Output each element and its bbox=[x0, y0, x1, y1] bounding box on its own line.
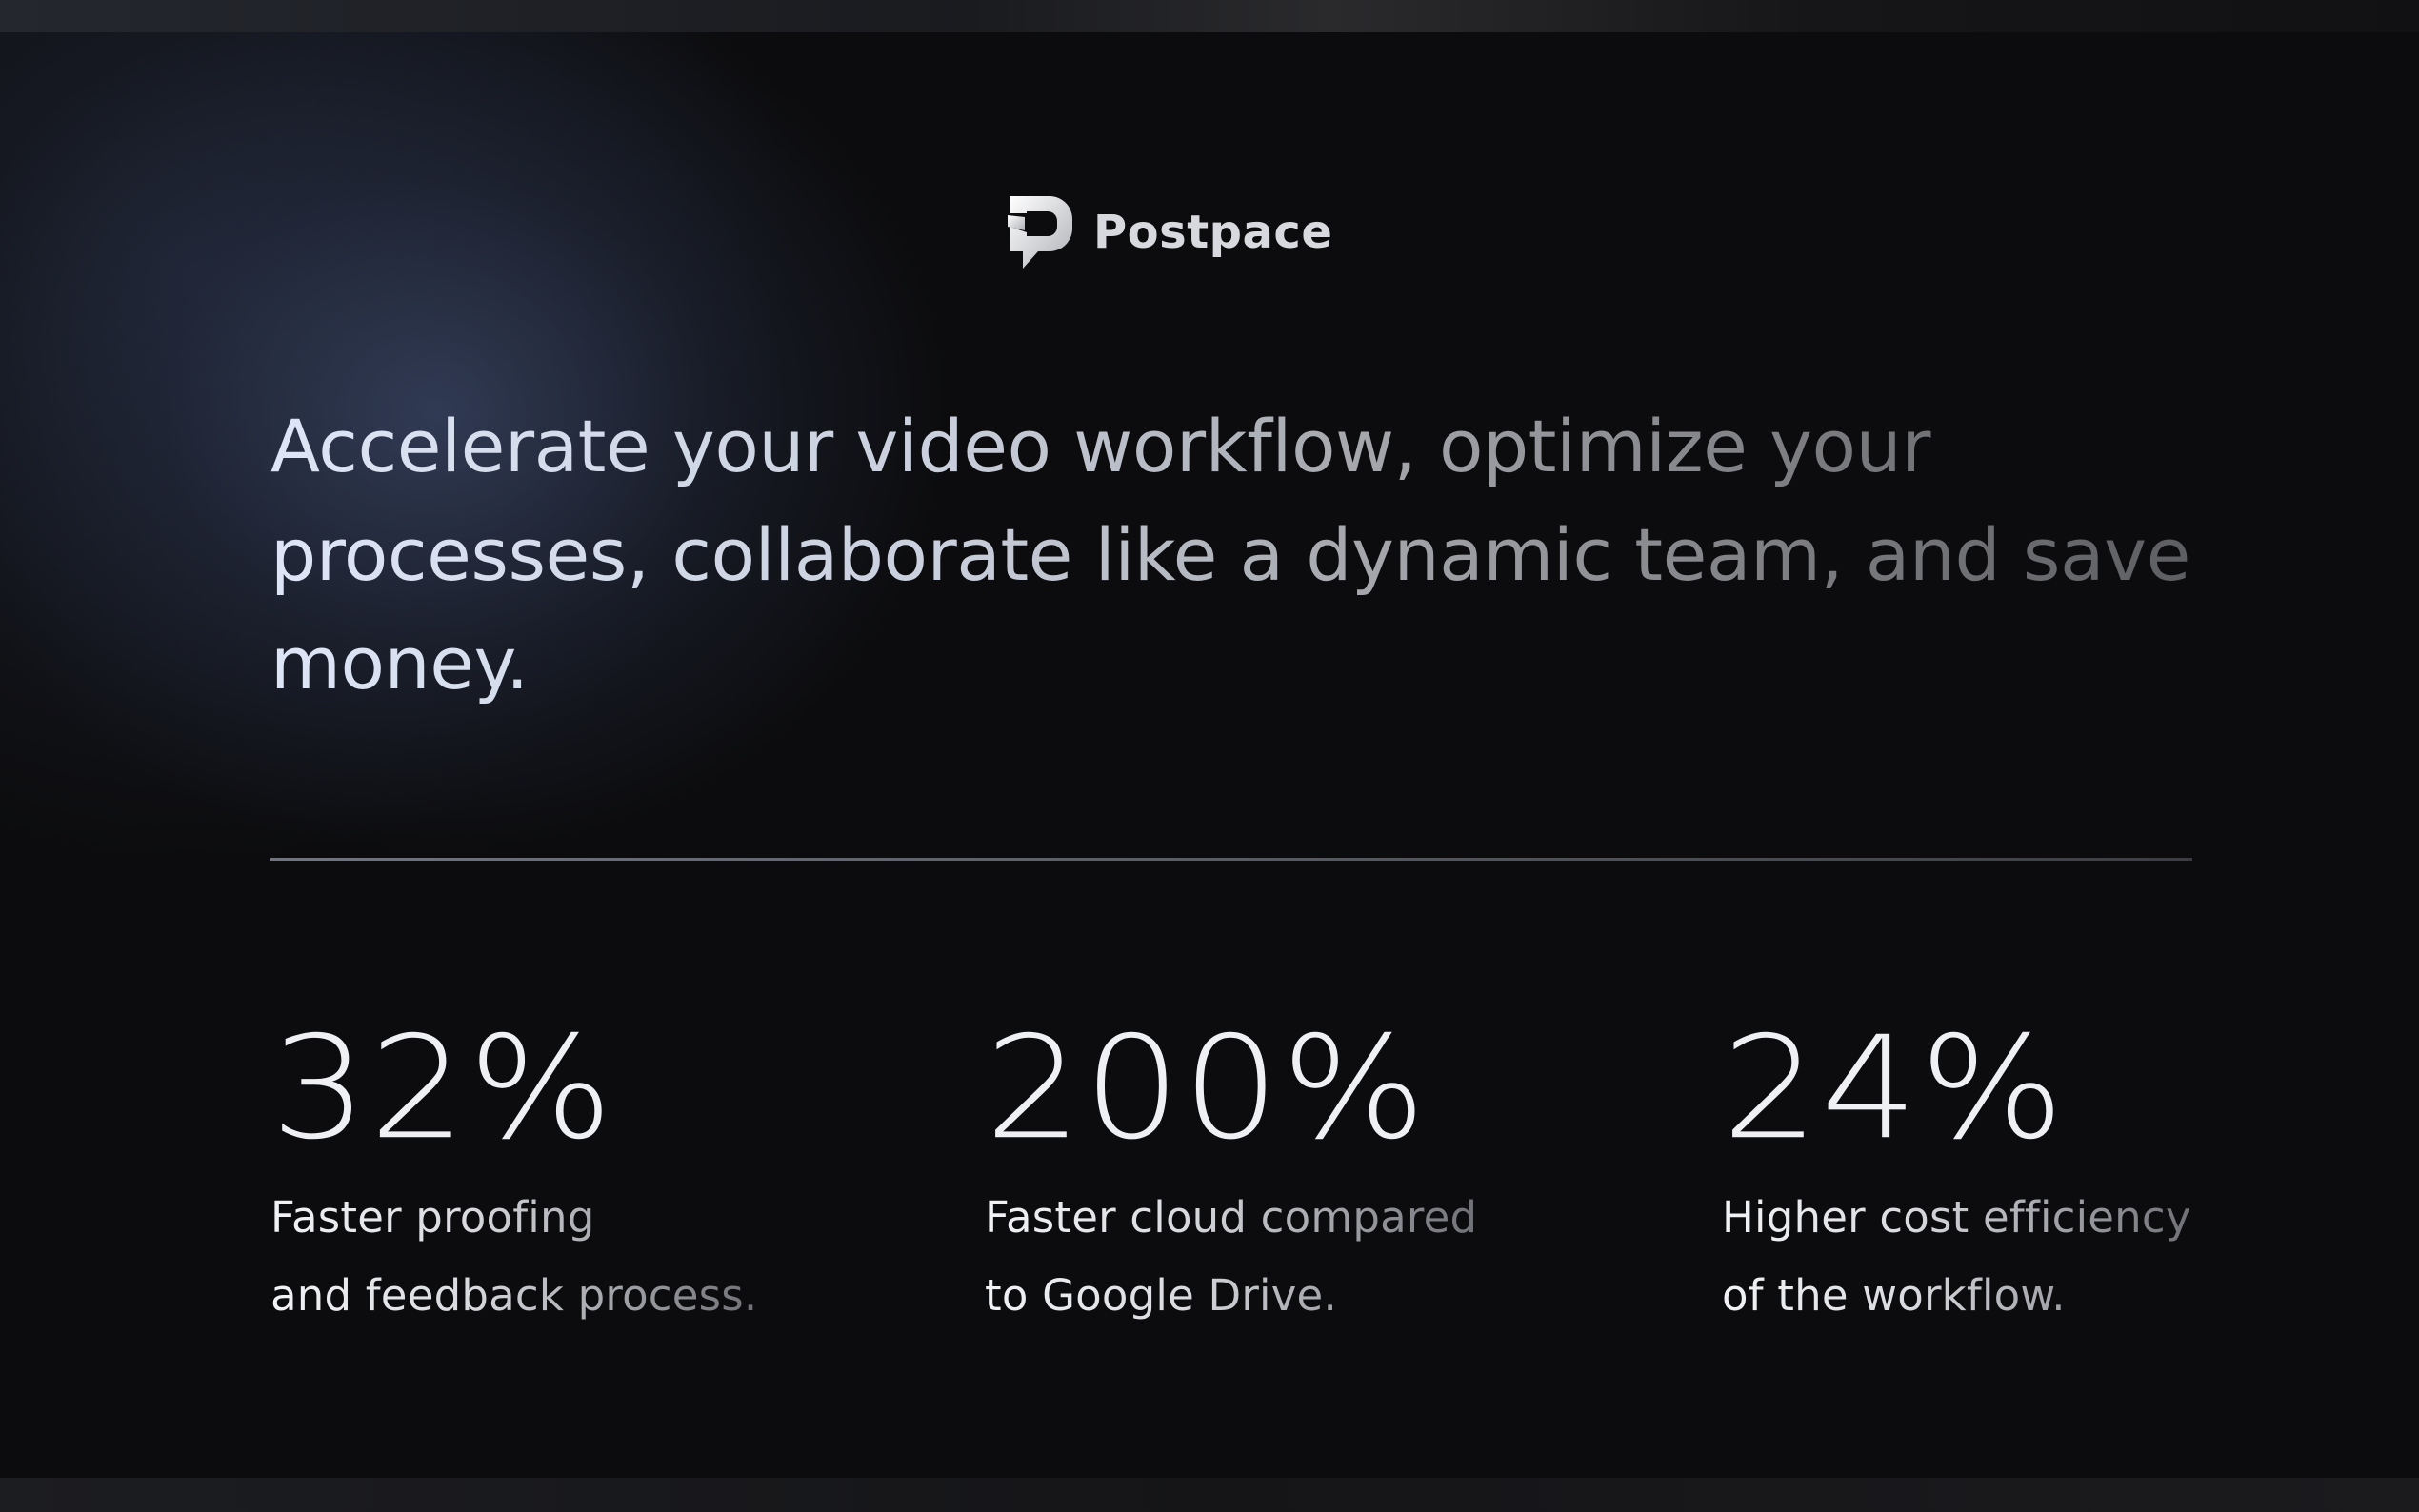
stat-caption-line2: and feedback process. bbox=[270, 1257, 757, 1335]
postpace-logo-icon bbox=[1004, 196, 1072, 269]
stat-proofing: 32% Faster proofing and feedback process… bbox=[270, 1013, 757, 1335]
stat-cloud: 200% Faster cloud compared to Google Dri… bbox=[985, 1013, 1477, 1335]
section-divider bbox=[270, 858, 2192, 861]
top-frame-strip bbox=[0, 0, 2419, 32]
hero-headline: Accelerate your video workflow, optimize… bbox=[270, 392, 2194, 718]
bottom-frame-strip bbox=[0, 1478, 2419, 1512]
brand-logo[interactable]: Postpace bbox=[1004, 192, 1332, 272]
stat-caption-line2: of the workflow. bbox=[1722, 1257, 2191, 1335]
brand-name: Postpace bbox=[1093, 206, 1333, 259]
stat-value: 24% bbox=[1722, 1005, 2067, 1171]
stat-caption-line1: Higher cost efficiency bbox=[1722, 1179, 2191, 1257]
stat-caption-line1: Faster proofing bbox=[270, 1179, 757, 1257]
stat-caption-line2: to Google Drive. bbox=[985, 1257, 1477, 1335]
hero-section: Postpace Accelerate your video workflow,… bbox=[0, 32, 2419, 1478]
stat-cost-efficiency: 24% Higher cost efficiency of the workfl… bbox=[1722, 1013, 2191, 1335]
stat-value: 32% bbox=[270, 1005, 615, 1171]
stat-value: 200% bbox=[985, 1005, 1429, 1171]
stat-caption-line1: Faster cloud compared bbox=[985, 1179, 1477, 1257]
